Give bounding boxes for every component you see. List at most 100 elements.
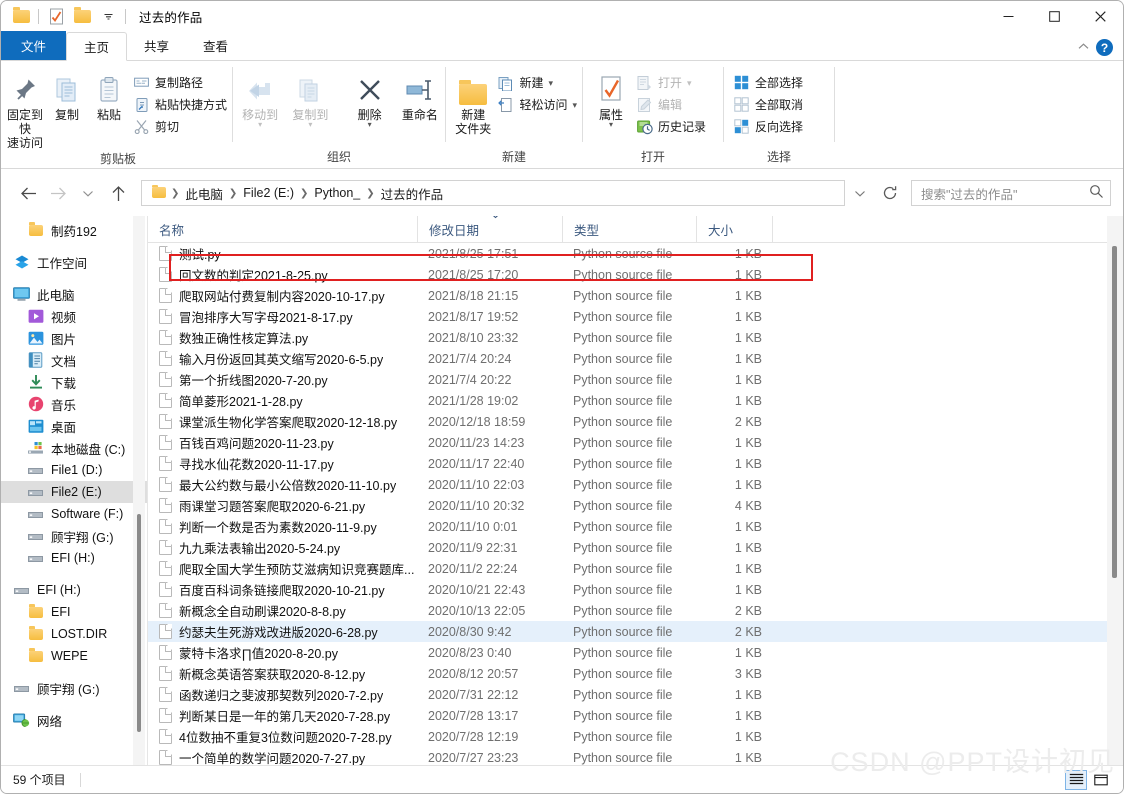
- breadcrumb-item-file2[interactable]: File2 (E:): [239, 186, 298, 200]
- pin-to-quick-access-button[interactable]: 固定到快 速访问: [4, 67, 46, 150]
- sidebar-item-顾宇翔-g-[interactable]: 顾宇翔 (G:): [1, 677, 147, 699]
- paste-button[interactable]: 粘贴: [88, 67, 130, 122]
- cut-button[interactable]: 剪切: [130, 116, 232, 137]
- table-row[interactable]: 爬取网站付费复制内容2020-10-17.py 2021/8/18 21:15 Py…: [148, 285, 1123, 306]
- search-input[interactable]: 搜索"过去的作品": [911, 180, 1111, 206]
- chevron-up-icon[interactable]: [1077, 42, 1090, 54]
- table-row[interactable]: 雨课堂习题答案爬取2020-6-21.py 2020/11/10 20:32 Pyt…: [148, 495, 1123, 516]
- table-row[interactable]: 百度百科词条链接爬取2020-10-21.py 2020/10/21 22:43 P…: [148, 579, 1123, 600]
- sidebar-item-工作空间[interactable]: 工作空间: [1, 251, 147, 273]
- table-row[interactable]: 测试.py 2021/8/25 17:51 Python source file 1 …: [148, 243, 1123, 264]
- sidebar-item-顾宇翔-g-[interactable]: 顾宇翔 (G:): [1, 525, 147, 547]
- up-button[interactable]: [103, 178, 133, 208]
- tab-file[interactable]: 文件: [1, 31, 67, 60]
- sidebar-item-制药192[interactable]: 制药192: [1, 219, 147, 241]
- chevron-down-icon[interactable]: ▾: [572, 100, 577, 109]
- navigation-scrollbar-thumb[interactable]: [137, 514, 141, 732]
- tab-share[interactable]: 共享: [127, 31, 186, 60]
- column-header-type[interactable]: 类型: [562, 216, 696, 243]
- tiles-view-icon[interactable]: [1090, 770, 1112, 790]
- table-row[interactable]: 回文数的判定2021-8-25.py 2021/8/25 17:20 Python …: [148, 264, 1123, 285]
- sidebar-item-此电脑[interactable]: 此电脑: [1, 283, 147, 305]
- breadcrumb[interactable]: ❯ 此电脑 ❯ File2 (E:) ❯ Python_ ❯ 过去的作品: [141, 180, 845, 206]
- properties-icon[interactable]: [43, 4, 69, 30]
- sidebar-item-视频[interactable]: 视频: [1, 305, 147, 327]
- table-row[interactable]: 课堂派生物化学答案爬取2020-12-18.py 2020/12/18 18:59…: [148, 411, 1123, 432]
- tab-view[interactable]: 查看: [186, 31, 245, 60]
- file-list-scrollbar-thumb[interactable]: [1112, 246, 1117, 578]
- details-view-icon[interactable]: [1065, 769, 1087, 790]
- paste-shortcut-button[interactable]: 粘贴快捷方式: [130, 94, 232, 115]
- back-button[interactable]: [13, 178, 43, 208]
- chevron-down-icon[interactable]: [95, 4, 121, 30]
- rename-button[interactable]: 重命名: [395, 67, 445, 122]
- table-row[interactable]: 新概念全自动刷课2020-8-8.py 2020/10/13 22:05 Pytho…: [148, 600, 1123, 621]
- close-button[interactable]: [1077, 1, 1123, 32]
- sidebar-item-桌面[interactable]: 桌面: [1, 415, 147, 437]
- sidebar-item-音乐[interactable]: 音乐: [1, 393, 147, 415]
- breadcrumb-item-current[interactable]: 过去的作品: [377, 184, 448, 203]
- chevron-down-icon[interactable]: ▾: [609, 121, 613, 129]
- chevron-down-icon[interactable]: ▾: [308, 121, 312, 129]
- sidebar-item-efi-h-[interactable]: EFI (H:): [1, 579, 147, 601]
- column-header-name[interactable]: 名称: [148, 216, 417, 243]
- copy-button[interactable]: 复制: [46, 67, 88, 122]
- sidebar-item-file1-d-[interactable]: File1 (D:): [1, 459, 147, 481]
- sidebar-item-lost-dir[interactable]: LOST.DIR: [1, 623, 147, 645]
- search-icon[interactable]: [1089, 184, 1104, 202]
- table-row[interactable]: 九九乘法表输出2020-5-24.py 2020/11/9 22:31 Python…: [148, 537, 1123, 558]
- column-header-date[interactable]: 修改日期: [417, 216, 562, 243]
- table-row[interactable]: 函数递归之斐波那契数列2020-7-2.py 2020/7/31 22:12 Pyt…: [148, 684, 1123, 705]
- sidebar-item-文档[interactable]: 文档: [1, 349, 147, 371]
- table-row[interactable]: 输入月份返回其英文缩写2020-6-5.py 2021/7/4 20:24 Pyth…: [148, 348, 1123, 369]
- sidebar-item-网络[interactable]: 网络: [1, 709, 147, 731]
- table-row[interactable]: 判断某日是一年的第几天2020-7-28.py 2020/7/28 13:17 Py…: [148, 705, 1123, 726]
- table-row[interactable]: 第一个折线图2020-7-20.py 2021/7/4 20:22 Python s…: [148, 369, 1123, 390]
- open-button[interactable]: 打开 ▾: [633, 72, 711, 93]
- table-row[interactable]: 新概念英语答案获取2020-8-12.py 2020/8/12 20:57 Pyth…: [148, 663, 1123, 684]
- minimize-button[interactable]: [985, 1, 1031, 32]
- table-row[interactable]: 百钱百鸡问题2020-11-23.py 2020/11/23 14:23 Pytho…: [148, 432, 1123, 453]
- table-row[interactable]: 冒泡排序大写字母2021-8-17.py 2021/8/17 19:52 Pytho…: [148, 306, 1123, 327]
- sidebar-item-efi[interactable]: EFI: [1, 601, 147, 623]
- chevron-down-icon[interactable]: ▾: [548, 78, 553, 87]
- address-history-dropdown[interactable]: [845, 178, 875, 208]
- easy-access-button[interactable]: 轻松访问 ▾: [494, 94, 582, 115]
- breadcrumb-item-this-pc[interactable]: 此电脑: [181, 184, 227, 203]
- table-row[interactable]: 蒙特卡洛求∏值2020-8-20.py 2020/8/23 0:40 Python …: [148, 642, 1123, 663]
- invert-selection-button[interactable]: 反向选择: [730, 116, 808, 137]
- delete-button[interactable]: 删除 ▾: [344, 67, 394, 129]
- chevron-down-icon[interactable]: ▾: [258, 121, 262, 129]
- table-row[interactable]: 约瑟夫生死游戏改进版2020-6-28.py 2020/8/30 9:42 Pyth…: [148, 621, 1123, 642]
- chevron-down-icon[interactable]: ▾: [368, 121, 372, 129]
- sidebar-item-wepe[interactable]: WEPE: [1, 645, 147, 667]
- table-row[interactable]: 最大公约数与最小公倍数2020-11-10.py 2020/11/10 22:03…: [148, 474, 1123, 495]
- recent-locations-button[interactable]: [73, 178, 103, 208]
- maximize-button[interactable]: [1031, 1, 1077, 32]
- edit-button[interactable]: 编辑: [633, 94, 711, 115]
- table-row[interactable]: 简单菱形2021-1-28.py 2021/1/28 19:02 Python so…: [148, 390, 1123, 411]
- history-button[interactable]: 历史记录: [633, 116, 711, 137]
- help-icon[interactable]: ?: [1096, 39, 1113, 56]
- table-row[interactable]: 寻找水仙花数2020-11-17.py 2020/11/17 22:40 Pytho…: [148, 453, 1123, 474]
- new-folder-button[interactable]: 新建 文件夹: [452, 67, 494, 136]
- copy-path-button[interactable]: 复制路径: [130, 72, 232, 93]
- sidebar-item-本地磁盘-c-[interactable]: 本地磁盘 (C:): [1, 437, 147, 459]
- folder-icon[interactable]: [8, 4, 34, 30]
- sidebar-item-图片[interactable]: 图片: [1, 327, 147, 349]
- file-list-scrollbar[interactable]: [1107, 216, 1123, 765]
- breadcrumb-item-python[interactable]: Python_: [310, 186, 364, 200]
- sidebar-item-file2-e-[interactable]: File2 (E:): [1, 481, 147, 503]
- new-item-button[interactable]: 新建 ▾: [494, 72, 582, 93]
- column-header-size[interactable]: 大小: [696, 216, 772, 243]
- table-row[interactable]: 数独正确性核定算法.py 2021/8/10 23:32 Python source…: [148, 327, 1123, 348]
- new-folder-icon[interactable]: [69, 4, 95, 30]
- table-row[interactable]: 4位数抽不重复3位数问题2020-7-28.py 2020/7/28 12:19 P…: [148, 726, 1123, 747]
- sidebar-item-下载[interactable]: 下载: [1, 371, 147, 393]
- select-all-button[interactable]: 全部选择: [730, 72, 808, 93]
- table-row[interactable]: 爬取全国大学生预防艾滋病知识竞赛题库... 2020/11/2 22:24 Pyth…: [148, 558, 1123, 579]
- refresh-button[interactable]: [875, 178, 905, 208]
- properties-button[interactable]: 属性 ▾: [589, 67, 633, 129]
- forward-button[interactable]: [43, 178, 73, 208]
- sidebar-item-efi-h-[interactable]: EFI (H:): [1, 547, 147, 569]
